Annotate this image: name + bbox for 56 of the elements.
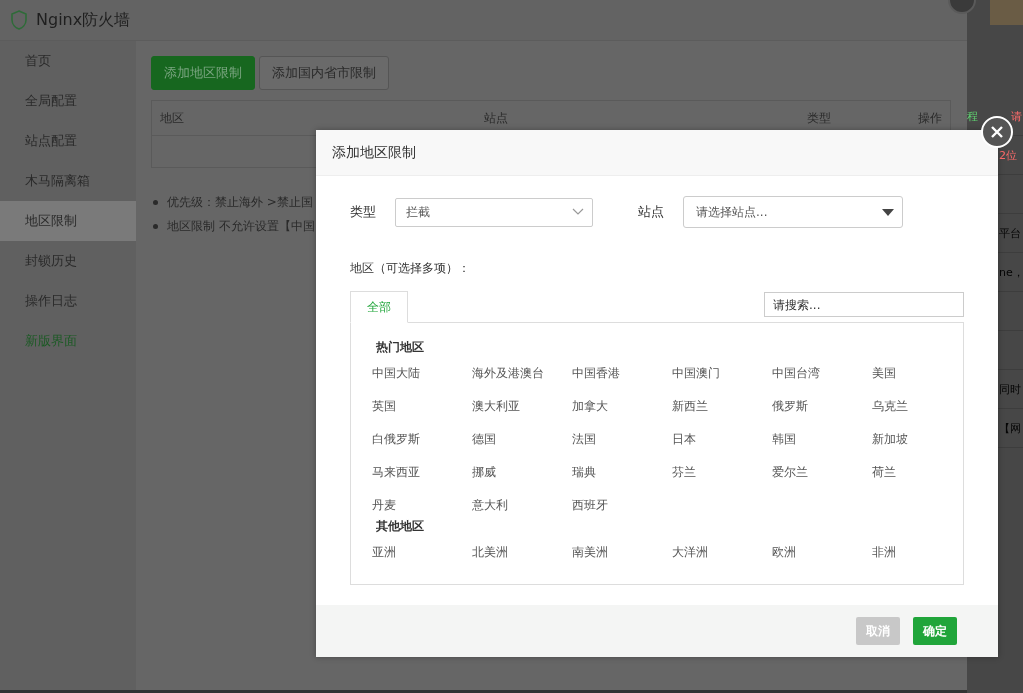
group-title: 热门地区 (375, 338, 425, 356)
region-option[interactable]: 欧洲 (772, 544, 796, 561)
region-option[interactable]: 西班牙 (572, 497, 608, 514)
notice-banner (990, 0, 1023, 25)
region-option[interactable]: 加拿大 (572, 398, 608, 415)
region-option[interactable]: 马来西亚 (372, 464, 420, 481)
region-option[interactable]: 美国 (872, 365, 896, 382)
search-field[interactable]: 请搜索... (764, 292, 964, 317)
caret-down-icon (882, 208, 894, 216)
region-option[interactable]: 挪威 (472, 464, 496, 481)
region-option[interactable]: 意大利 (472, 497, 508, 514)
region-option[interactable]: 韩国 (772, 431, 796, 448)
region-option[interactable]: 北美洲 (472, 544, 508, 561)
page-text: 2位 (999, 147, 1017, 163)
region-option[interactable]: 爱尔兰 (772, 464, 808, 481)
page-text: ne， (999, 264, 1023, 280)
region-option[interactable]: 中国大陆 (372, 365, 420, 382)
region-option[interactable]: 新加坡 (872, 431, 908, 448)
region-option[interactable]: 澳大利亚 (472, 398, 520, 415)
region-option[interactable]: 瑞典 (572, 464, 596, 481)
page-text: 程 (967, 108, 978, 124)
bullet-icon (153, 223, 158, 229)
region-option[interactable]: 中国香港 (572, 365, 620, 382)
region-option[interactable]: 白俄罗斯 (372, 431, 420, 448)
region-option[interactable]: 亚洲 (372, 544, 396, 561)
region-option[interactable]: 中国台湾 (772, 365, 820, 382)
region-option[interactable]: 俄罗斯 (772, 398, 808, 415)
region-label: 地区（可选择多项）： (350, 260, 471, 277)
region-option[interactable]: 海外及港澳台 (472, 365, 544, 382)
dialog-title: 添加地区限制 (332, 143, 416, 162)
group-title: 其他地区 (375, 517, 425, 535)
region-option[interactable]: 法国 (572, 431, 596, 448)
field-label: 类型 (350, 203, 377, 221)
region-option[interactable]: 新西兰 (672, 398, 708, 415)
page-text: 【网 (999, 420, 1021, 436)
column-header: 地区 (160, 109, 185, 127)
site-select[interactable]: 请选择站点... (683, 196, 903, 228)
region-option[interactable]: 英国 (372, 398, 396, 415)
region-option[interactable]: 中国澳门 (672, 365, 720, 382)
shield-logo-icon (10, 10, 28, 30)
column-header: 操作 (917, 109, 942, 127)
region-option[interactable]: 乌克兰 (872, 398, 908, 415)
region-option[interactable]: 非洲 (872, 544, 896, 561)
field-label: 站点 (638, 203, 665, 221)
type-select[interactable]: 拦截 (395, 197, 593, 227)
region-option[interactable]: 德国 (472, 431, 496, 448)
app-title: Nginx防火墙 (36, 9, 131, 31)
bullet-icon (153, 199, 158, 205)
region-option[interactable]: 荷兰 (872, 464, 896, 481)
chevron-down-icon (572, 208, 584, 216)
region-option[interactable]: 丹麦 (372, 497, 396, 514)
region-option[interactable]: 大洋洲 (672, 544, 708, 561)
region-option[interactable]: 芬兰 (672, 464, 696, 481)
region-option[interactable]: 南美洲 (572, 544, 608, 561)
region-option[interactable]: 日本 (672, 431, 696, 448)
page-text: 请 (1011, 108, 1022, 124)
